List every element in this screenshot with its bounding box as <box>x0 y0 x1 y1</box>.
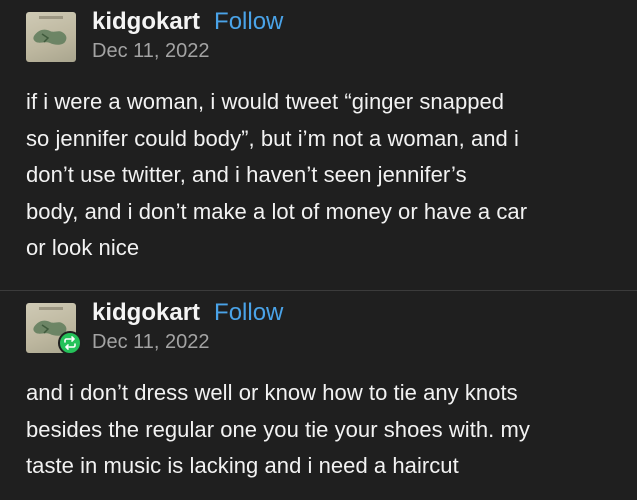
post: kidgokart Follow Dec 11, 2022 if i were a… <box>0 0 637 290</box>
text-line: so jennifer could body”, but i’m not a w… <box>26 125 519 151</box>
post-meta: kidgokart Follow Dec 11, 2022 <box>92 7 283 63</box>
post-body: if i were a woman, i would tweet “ginger… <box>26 84 623 267</box>
album-art-icon <box>33 29 67 45</box>
text-line: body, and i don’t make a lot of money or… <box>26 198 528 224</box>
reblog-icon <box>58 331 82 355</box>
text-line: besides the regular one you tie your sho… <box>26 416 530 442</box>
post-body: and i don’t dress well or know how to ti… <box>26 375 623 485</box>
name-line: kidgokart Follow <box>92 298 283 328</box>
text-line: taste in music is lacking and i need a h… <box>26 453 459 478</box>
follow-button[interactable]: Follow <box>214 8 283 35</box>
text-line: or look nice <box>26 235 140 260</box>
follow-button[interactable]: Follow <box>214 299 283 326</box>
post-date[interactable]: Dec 11, 2022 <box>92 39 283 63</box>
album-title-strip <box>39 307 63 310</box>
post-date[interactable]: Dec 11, 2022 <box>92 330 283 354</box>
text-line: if i were a woman, i would tweet “ginger… <box>26 89 505 114</box>
username-link[interactable]: kidgokart <box>92 299 200 326</box>
post-header: kidgokart Follow Dec 11, 2022 <box>26 8 606 64</box>
album-title-strip <box>39 16 63 19</box>
avatar[interactable] <box>26 12 76 62</box>
text-line: don’t use twitter, and i haven’t seen je… <box>26 162 467 187</box>
post: kidgokart Follow Dec 11, 2022 and i don’t… <box>0 291 637 500</box>
post-meta: kidgokart Follow Dec 11, 2022 <box>92 298 283 354</box>
post-header: kidgokart Follow Dec 11, 2022 <box>26 299 606 355</box>
username-link[interactable]: kidgokart <box>92 8 200 35</box>
text-line: and i don’t dress well or know how to ti… <box>26 380 518 405</box>
name-line: kidgokart Follow <box>92 7 283 37</box>
